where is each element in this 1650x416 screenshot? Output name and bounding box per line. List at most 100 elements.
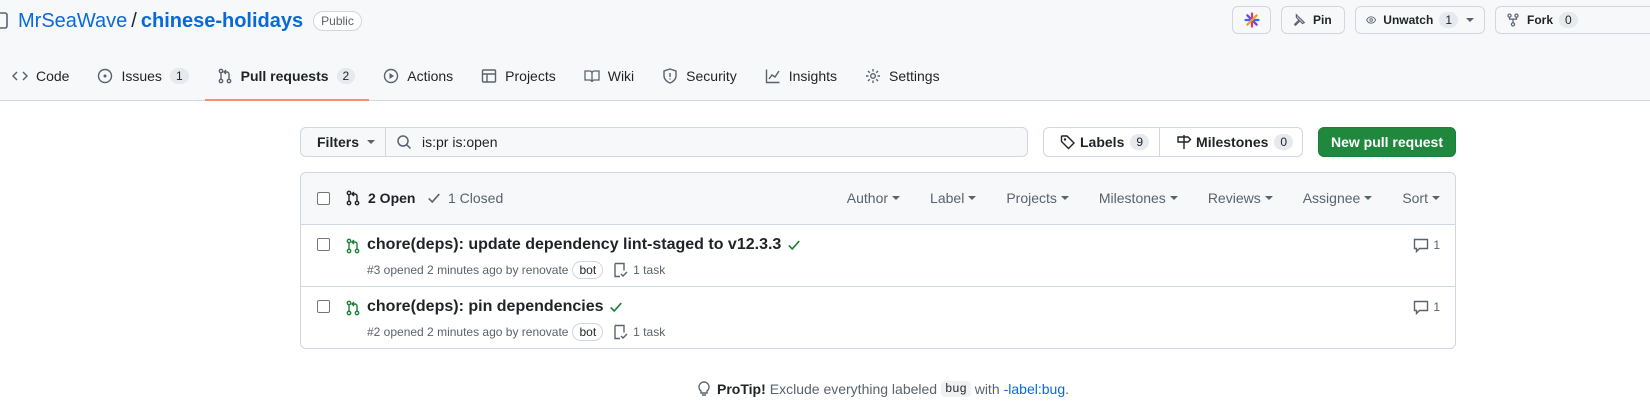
open-filter-link[interactable]: 2 Open — [345, 190, 415, 206]
pull-request-icon — [346, 190, 360, 206]
filters-dropdown[interactable]: Filters — [300, 127, 386, 157]
gear-icon — [866, 68, 880, 83]
search-input[interactable] — [422, 134, 982, 150]
labels-milestones-group: Labels 9 Milestones 0 — [1043, 127, 1303, 157]
tag-icon — [1060, 135, 1075, 150]
pull-request-row: chore(deps): update dependency lint-stag… — [301, 225, 1455, 287]
comment-count: 1 — [1433, 300, 1440, 314]
pull-request-title: chore(deps): pin dependencies — [367, 298, 604, 315]
label-filter[interactable]: Label — [930, 190, 977, 206]
tab-insights[interactable]: Insights — [753, 60, 851, 91]
reviews-filter[interactable]: Reviews — [1208, 190, 1273, 206]
visibility-badge: Public — [313, 11, 362, 31]
tab-label: Insights — [788, 67, 837, 84]
select-all-checkbox[interactable] — [317, 192, 330, 205]
pull-request-row: chore(deps): pin dependencies #2 opened … — [301, 287, 1455, 348]
pull-request-title: chore(deps): update dependency lint-stag… — [367, 236, 782, 253]
tab-issues[interactable]: Issues 1 — [85, 60, 202, 91]
chevron-down-icon — [1169, 196, 1178, 200]
table-icon — [481, 68, 497, 83]
pull-request-title-link[interactable]: chore(deps): update dependency lint-stag… — [367, 236, 801, 254]
task-count: 1 task — [633, 325, 666, 339]
tab-label: Issues — [121, 67, 162, 84]
protip-lead: ProTip! — [717, 381, 766, 397]
closed-count-label: 1 Closed — [448, 190, 504, 206]
pull-request-opened-info: #2 opened 2 minutes ago by renovate — [367, 325, 569, 339]
open-pull-request-icon — [346, 300, 360, 316]
milestone-icon — [1177, 135, 1192, 149]
issues-count: 1 — [169, 67, 189, 84]
sort-filter[interactable]: Sort — [1402, 190, 1440, 206]
bot-badge: bot — [572, 323, 604, 341]
tab-projects[interactable]: Projects — [469, 60, 570, 91]
protip: ProTip! Exclude everything labeled bug w… — [697, 381, 1069, 397]
unwatch-button[interactable]: Unwatch 1 — [1355, 6, 1485, 34]
comment-icon — [1414, 300, 1429, 315]
bot-badge: bot — [572, 261, 604, 279]
chevron-down-icon — [892, 196, 901, 200]
fork-button[interactable]: Fork 0 — [1495, 6, 1650, 34]
chevron-down-icon — [1364, 196, 1373, 200]
labels-count: 9 — [1130, 134, 1150, 150]
check-icon[interactable] — [787, 238, 801, 252]
issue-icon — [98, 68, 113, 83]
check-icon[interactable] — [609, 300, 623, 314]
chevron-down-icon — [968, 196, 977, 200]
protip-text: Exclude everything labeled — [769, 381, 938, 397]
task-count: 1 task — [633, 263, 666, 277]
protip-code: bug — [941, 381, 971, 397]
pulls-toolbar: Filters Labels 9 Milestones 0 New pull r… — [300, 127, 1456, 157]
projects-filter[interactable]: Projects — [1006, 190, 1069, 206]
milestones-count: 0 — [1274, 134, 1294, 150]
reviews-filter-label: Reviews — [1207, 190, 1261, 206]
tab-security[interactable]: Security — [650, 60, 751, 91]
repo-separator: / — [131, 9, 137, 32]
milestones-filter[interactable]: Milestones — [1099, 190, 1178, 206]
search-box[interactable] — [385, 127, 1028, 157]
author-filter-label: Author — [846, 190, 889, 206]
pull-requests-count: 2 — [336, 67, 356, 84]
comments-link[interactable]: 1 — [1413, 237, 1440, 253]
pin-label: Pin — [1313, 13, 1332, 27]
fork-count: 0 — [1559, 12, 1578, 28]
graph-icon — [765, 69, 780, 83]
task-progress: 1 task — [612, 262, 665, 278]
unwatch-label: Unwatch — [1383, 13, 1434, 27]
milestones-label: Milestones — [1196, 134, 1269, 150]
light-bulb-icon — [698, 381, 710, 396]
author-filter[interactable]: Author — [846, 190, 901, 206]
eye-icon — [1366, 16, 1377, 24]
tab-settings[interactable]: Settings — [853, 60, 954, 91]
repo-icon — [0, 12, 8, 29]
milestones-button[interactable]: Milestones 0 — [1160, 128, 1303, 156]
assignee-filter[interactable]: Assignee — [1303, 190, 1373, 206]
closed-filter-link[interactable]: 1 Closed — [427, 190, 503, 206]
pin-button[interactable]: Pin — [1281, 6, 1345, 34]
protip-with: with — [974, 381, 1000, 397]
chevron-down-icon — [1432, 196, 1440, 200]
tab-code[interactable]: Code — [0, 60, 83, 91]
comments-link[interactable]: 1 — [1413, 299, 1440, 315]
copilot-button[interactable] — [1232, 6, 1271, 34]
row-checkbox[interactable] — [317, 300, 330, 313]
row-checkbox[interactable] — [317, 238, 330, 251]
tab-label: Pull requests — [240, 67, 329, 84]
protip-query-link[interactable]: -label:bug — [1004, 381, 1066, 397]
repo-owner-link[interactable]: MrSeaWave — [18, 10, 127, 33]
labels-button[interactable]: Labels 9 — [1044, 128, 1161, 156]
tab-wiki[interactable]: Wiki — [572, 60, 648, 91]
repo-name-link[interactable]: chinese-holidays — [141, 10, 303, 33]
tab-pull-requests[interactable]: Pull requests 2 — [204, 60, 370, 101]
tab-actions[interactable]: Actions — [371, 60, 467, 91]
new-pull-request-button[interactable]: New pull request — [1318, 127, 1456, 157]
fork-icon — [1507, 13, 1519, 27]
shield-icon — [663, 67, 677, 84]
pull-request-title-link[interactable]: chore(deps): pin dependencies — [367, 298, 623, 316]
pull-request-meta: #2 opened 2 minutes ago by renovate bot … — [367, 323, 665, 341]
sort-filter-label: Sort — [1402, 190, 1428, 206]
chevron-down-icon — [367, 140, 376, 144]
pull-request-icon — [218, 68, 232, 83]
code-icon — [12, 70, 28, 81]
open-count-label: 2 Open — [368, 190, 416, 206]
open-pull-request-icon — [346, 238, 360, 254]
